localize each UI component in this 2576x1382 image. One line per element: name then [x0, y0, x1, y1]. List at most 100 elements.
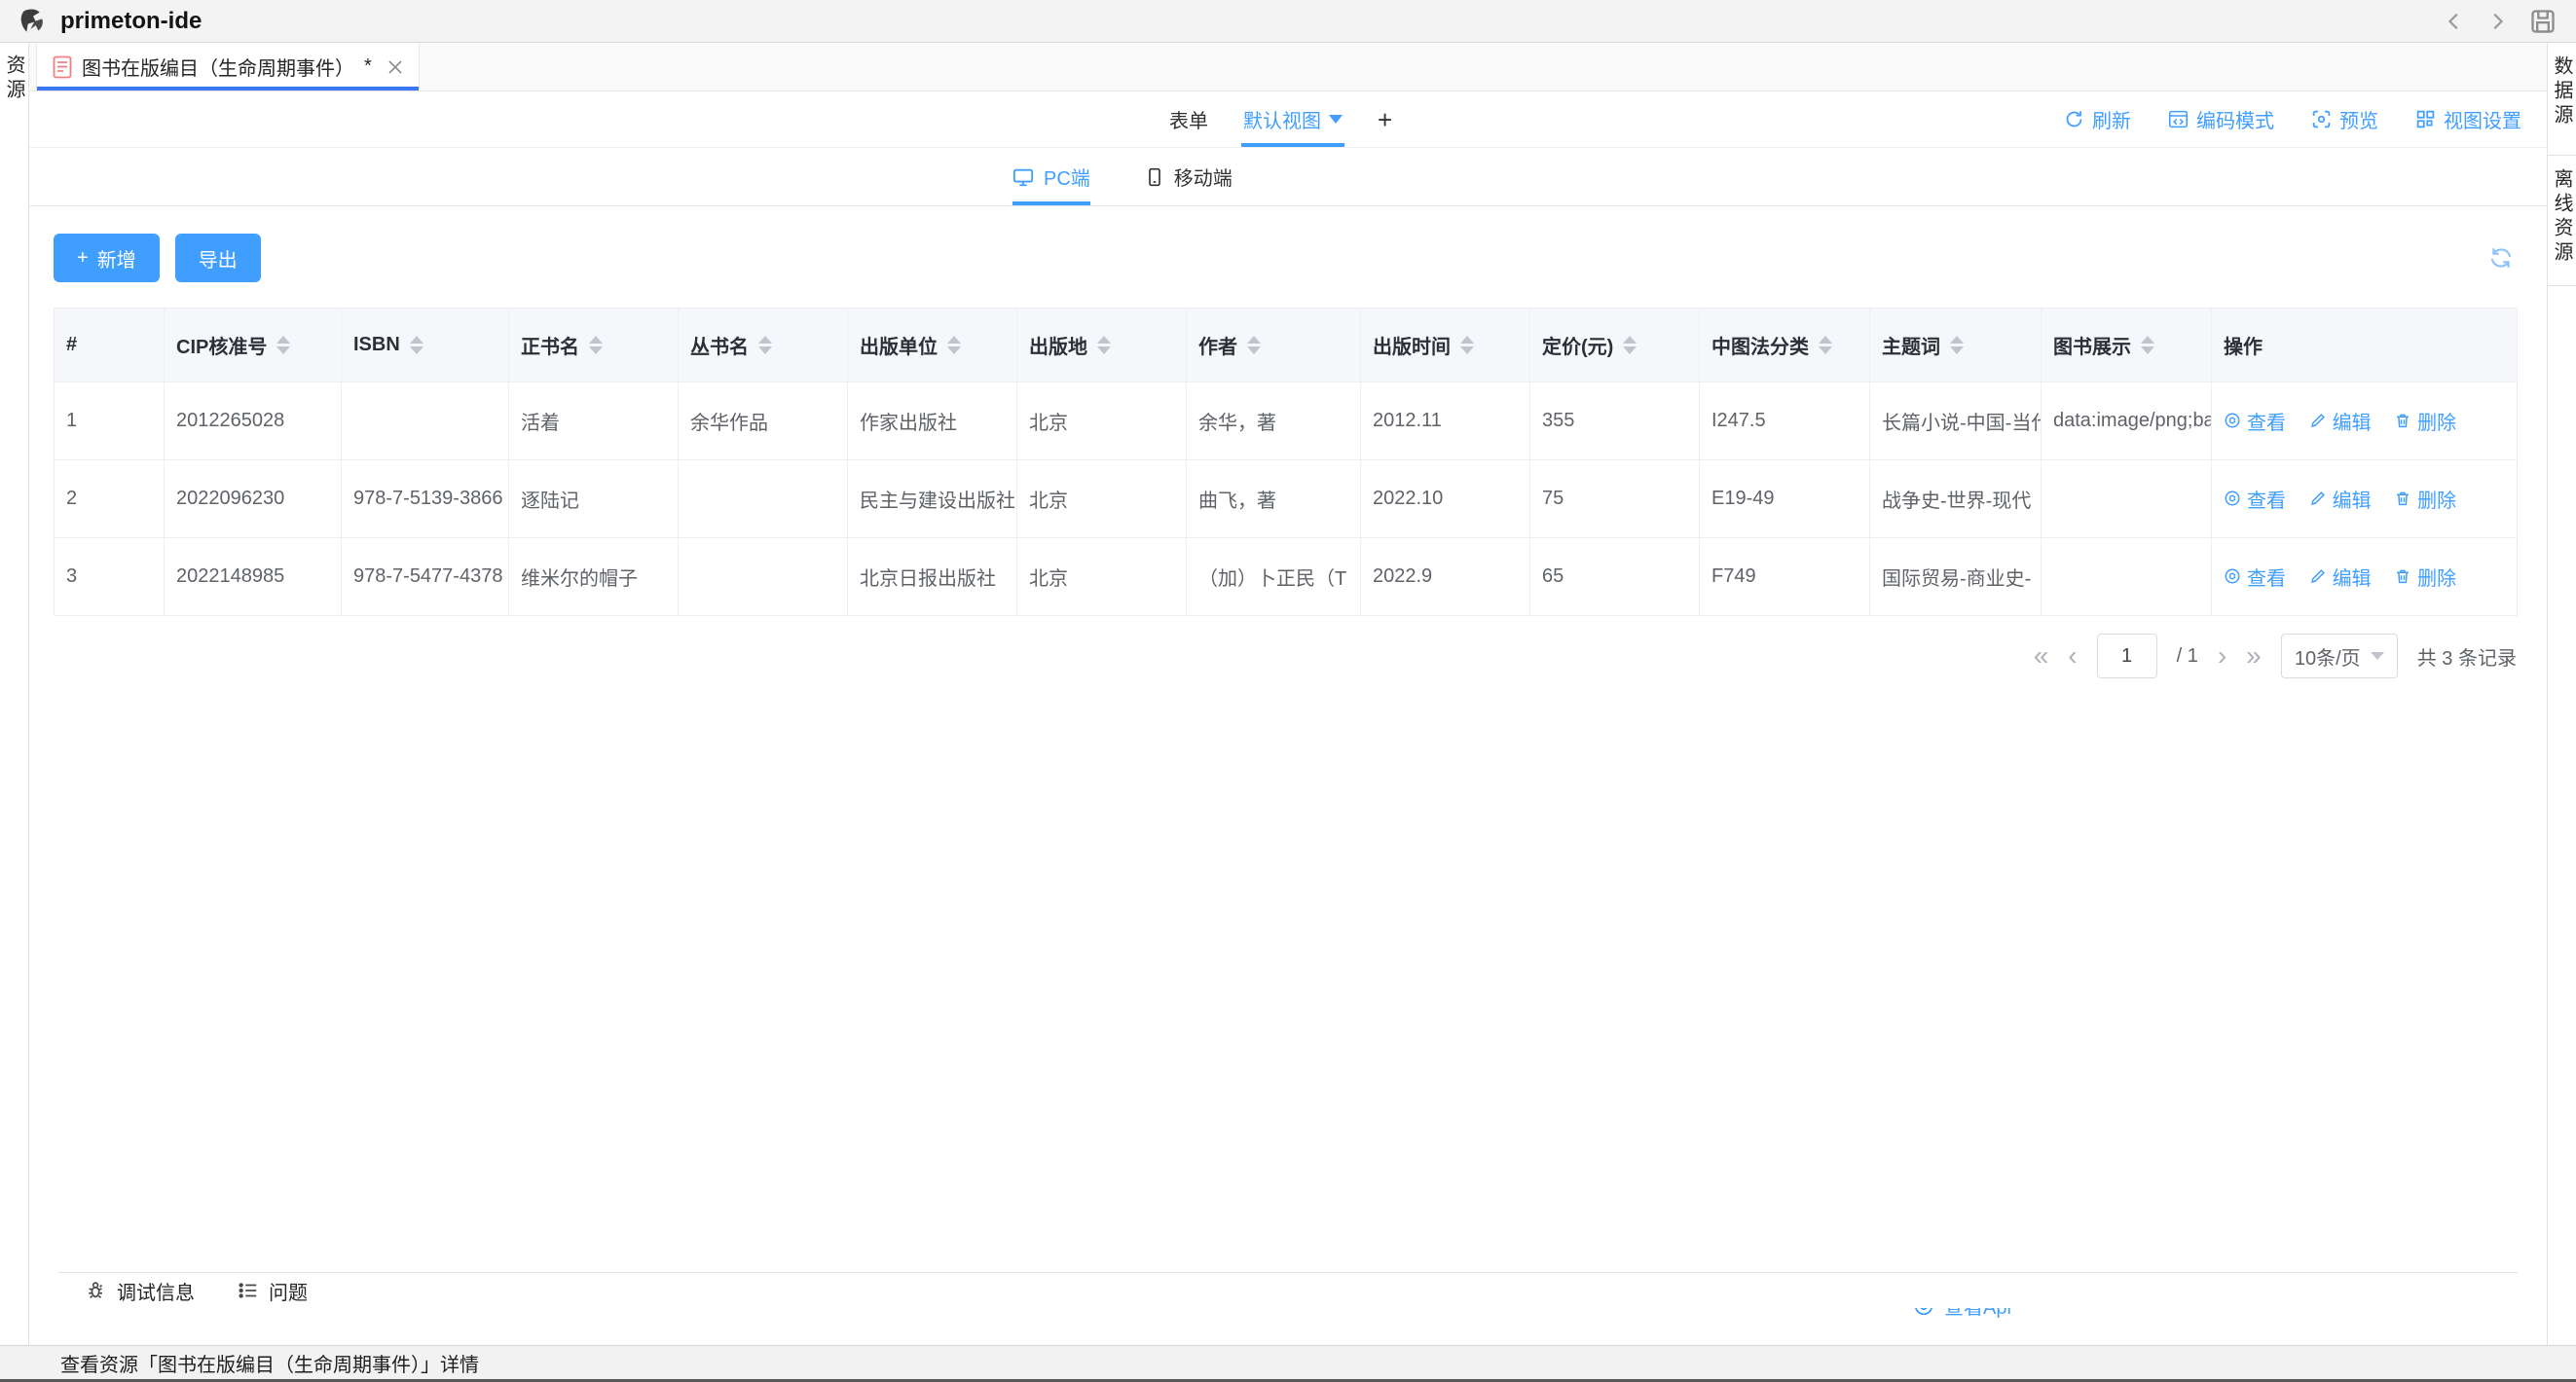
pagination-prev-icon[interactable]: ‹ — [2068, 642, 2077, 670]
row-delete-button[interactable]: 删除 — [2394, 407, 2456, 435]
app-title: primeton-ide — [60, 8, 202, 35]
column-label: 作者 — [1198, 331, 1237, 359]
column-header-pubdate[interactable]: 出版时间 — [1361, 309, 1530, 382]
pagination-first-icon[interactable]: « — [2034, 642, 2049, 670]
row-edit-button[interactable]: 编辑 — [2309, 485, 2372, 513]
cell-clc: I247.5 — [1700, 382, 1870, 460]
pagination-last-icon[interactable]: » — [2246, 642, 2262, 670]
cell-price: 75 — [1530, 460, 1700, 538]
add-button[interactable]: + 新增 — [54, 234, 160, 282]
column-header-publisher[interactable]: 出版单位 — [848, 309, 1017, 382]
history-back-icon[interactable] — [2444, 11, 2465, 32]
column-label: 中图法分类 — [1711, 331, 1809, 359]
cell-isbn — [342, 382, 509, 460]
column-header-title[interactable]: 正书名 — [509, 309, 679, 382]
cell-pubdate: 2022.9 — [1361, 538, 1530, 616]
sort-carets-icon[interactable] — [1819, 336, 1832, 354]
edit-pencil-icon — [2309, 490, 2327, 507]
sort-carets-icon[interactable] — [410, 336, 423, 354]
close-icon[interactable] — [387, 59, 403, 75]
row-view-button[interactable]: 查看 — [2224, 485, 2286, 513]
eye-icon — [2224, 412, 2241, 429]
debug-info-button[interactable]: 调试信息 — [86, 1277, 195, 1305]
sync-refresh-icon[interactable] — [2488, 245, 2514, 271]
cell-series — [679, 460, 848, 538]
column-header-series[interactable]: 丛书名 — [679, 309, 848, 382]
column-header-cip[interactable]: CIP核准号 — [165, 309, 342, 382]
plus-icon: + — [77, 247, 89, 270]
right-rail: 数据源 离线资源 — [2547, 43, 2576, 1345]
cell-subject: 长篇小说-中国-当代 — [1870, 382, 2042, 460]
column-header-isbn[interactable]: ISBN — [342, 309, 509, 382]
problems-label: 问题 — [269, 1277, 308, 1305]
caret-down-icon[interactable] — [1329, 115, 1343, 124]
table-row: 1 2012265028 活着 余华作品 作家出版社 北京 余华，著 2012.… — [55, 382, 2518, 460]
view-settings-button[interactable]: 视图设置 — [2415, 105, 2521, 133]
column-header-subject[interactable]: 主题词 — [1870, 309, 2042, 382]
rail-offline-resources[interactable]: 离线资源 — [2548, 168, 2576, 270]
cell-title: 活着 — [509, 382, 679, 460]
tab-form[interactable]: 表单 — [1169, 91, 1208, 147]
sort-carets-icon[interactable] — [276, 336, 290, 354]
trash-icon — [2394, 567, 2411, 585]
status-bar: 查看资源「图书在版编目（生命周期事件）」详情 — [0, 1345, 2576, 1382]
save-icon[interactable] — [2529, 8, 2557, 35]
cell-cip: 2022148985 — [165, 538, 342, 616]
row-delete-button[interactable]: 删除 — [2394, 485, 2456, 513]
column-label: 定价(元) — [1542, 331, 1613, 359]
code-mode-label: 编码模式 — [2196, 105, 2274, 133]
row-delete-label: 删除 — [2417, 563, 2456, 591]
sort-carets-icon[interactable] — [1460, 336, 1474, 354]
add-view-button[interactable]: + — [1378, 107, 1392, 132]
cell-title: 维米尔的帽子 — [509, 538, 679, 616]
column-header-author[interactable]: 作者 — [1187, 309, 1361, 382]
code-mode-button[interactable]: 编码模式 — [2168, 105, 2274, 133]
cell-image — [2042, 538, 2212, 616]
column-header-image[interactable]: 图书展示 — [2042, 309, 2212, 382]
column-label: 正书名 — [521, 331, 579, 359]
column-header-price[interactable]: 定价(元) — [1530, 309, 1700, 382]
table-row: 2 2022096230 978-7-5139-3866 逐陆记 民主与建设出版… — [55, 460, 2518, 538]
export-button-label: 导出 — [199, 244, 238, 273]
refresh-button[interactable]: 刷新 — [2064, 105, 2131, 133]
sort-carets-icon[interactable] — [758, 336, 772, 354]
sort-carets-icon[interactable] — [947, 336, 961, 354]
preview-button[interactable]: 预览 — [2311, 105, 2378, 133]
tab-pc[interactable]: PC端 — [1012, 148, 1090, 205]
tab-mobile[interactable]: 移动端 — [1145, 148, 1233, 205]
file-tab-active[interactable]: 图书在版编目（生命周期事件） * — [36, 43, 420, 91]
column-label: CIP核准号 — [176, 331, 267, 359]
row-delete-button[interactable]: 删除 — [2394, 563, 2456, 591]
rail-resources[interactable]: 资源 — [0, 55, 28, 103]
view-settings-grid-icon — [2415, 109, 2436, 129]
cell-operations: 查看 编辑 删除 — [2212, 382, 2518, 460]
edit-pencil-icon — [2309, 567, 2327, 585]
sort-carets-icon[interactable] — [1623, 336, 1637, 354]
page-number-input[interactable] — [2097, 634, 2157, 678]
tab-default-view[interactable]: 默认视图 — [1243, 91, 1343, 147]
cell-pubdate: 2012.11 — [1361, 382, 1530, 460]
problems-button[interactable]: 问题 — [238, 1277, 308, 1305]
column-label: 操作 — [2224, 331, 2263, 359]
page-size-select[interactable]: 10条/页 — [2281, 634, 2398, 678]
sort-carets-icon[interactable] — [589, 336, 603, 354]
row-view-button[interactable]: 查看 — [2224, 563, 2286, 591]
row-edit-button[interactable]: 编辑 — [2309, 563, 2372, 591]
sort-carets-icon[interactable] — [1950, 336, 1964, 354]
trash-icon — [2394, 412, 2411, 429]
sort-carets-icon[interactable] — [1097, 336, 1111, 354]
sort-carets-icon[interactable] — [1247, 336, 1261, 354]
pagination-next-icon[interactable]: › — [2218, 642, 2226, 670]
cell-cip: 2012265028 — [165, 382, 342, 460]
export-button[interactable]: 导出 — [175, 234, 261, 282]
column-header-place[interactable]: 出版地 — [1017, 309, 1187, 382]
view-content: + 新增 导出 # CIP核准号 ISBN 正书名 — [29, 206, 2547, 1345]
records-total: 共 3 条记录 — [2417, 642, 2517, 671]
column-header-clc[interactable]: 中图法分类 — [1700, 309, 1870, 382]
sort-carets-icon[interactable] — [2141, 336, 2154, 354]
caret-down-icon — [2371, 652, 2384, 660]
rail-datasource[interactable]: 数据源 — [2548, 55, 2576, 139]
row-view-button[interactable]: 查看 — [2224, 407, 2286, 435]
row-edit-button[interactable]: 编辑 — [2309, 407, 2372, 435]
history-forward-icon[interactable] — [2486, 11, 2508, 32]
